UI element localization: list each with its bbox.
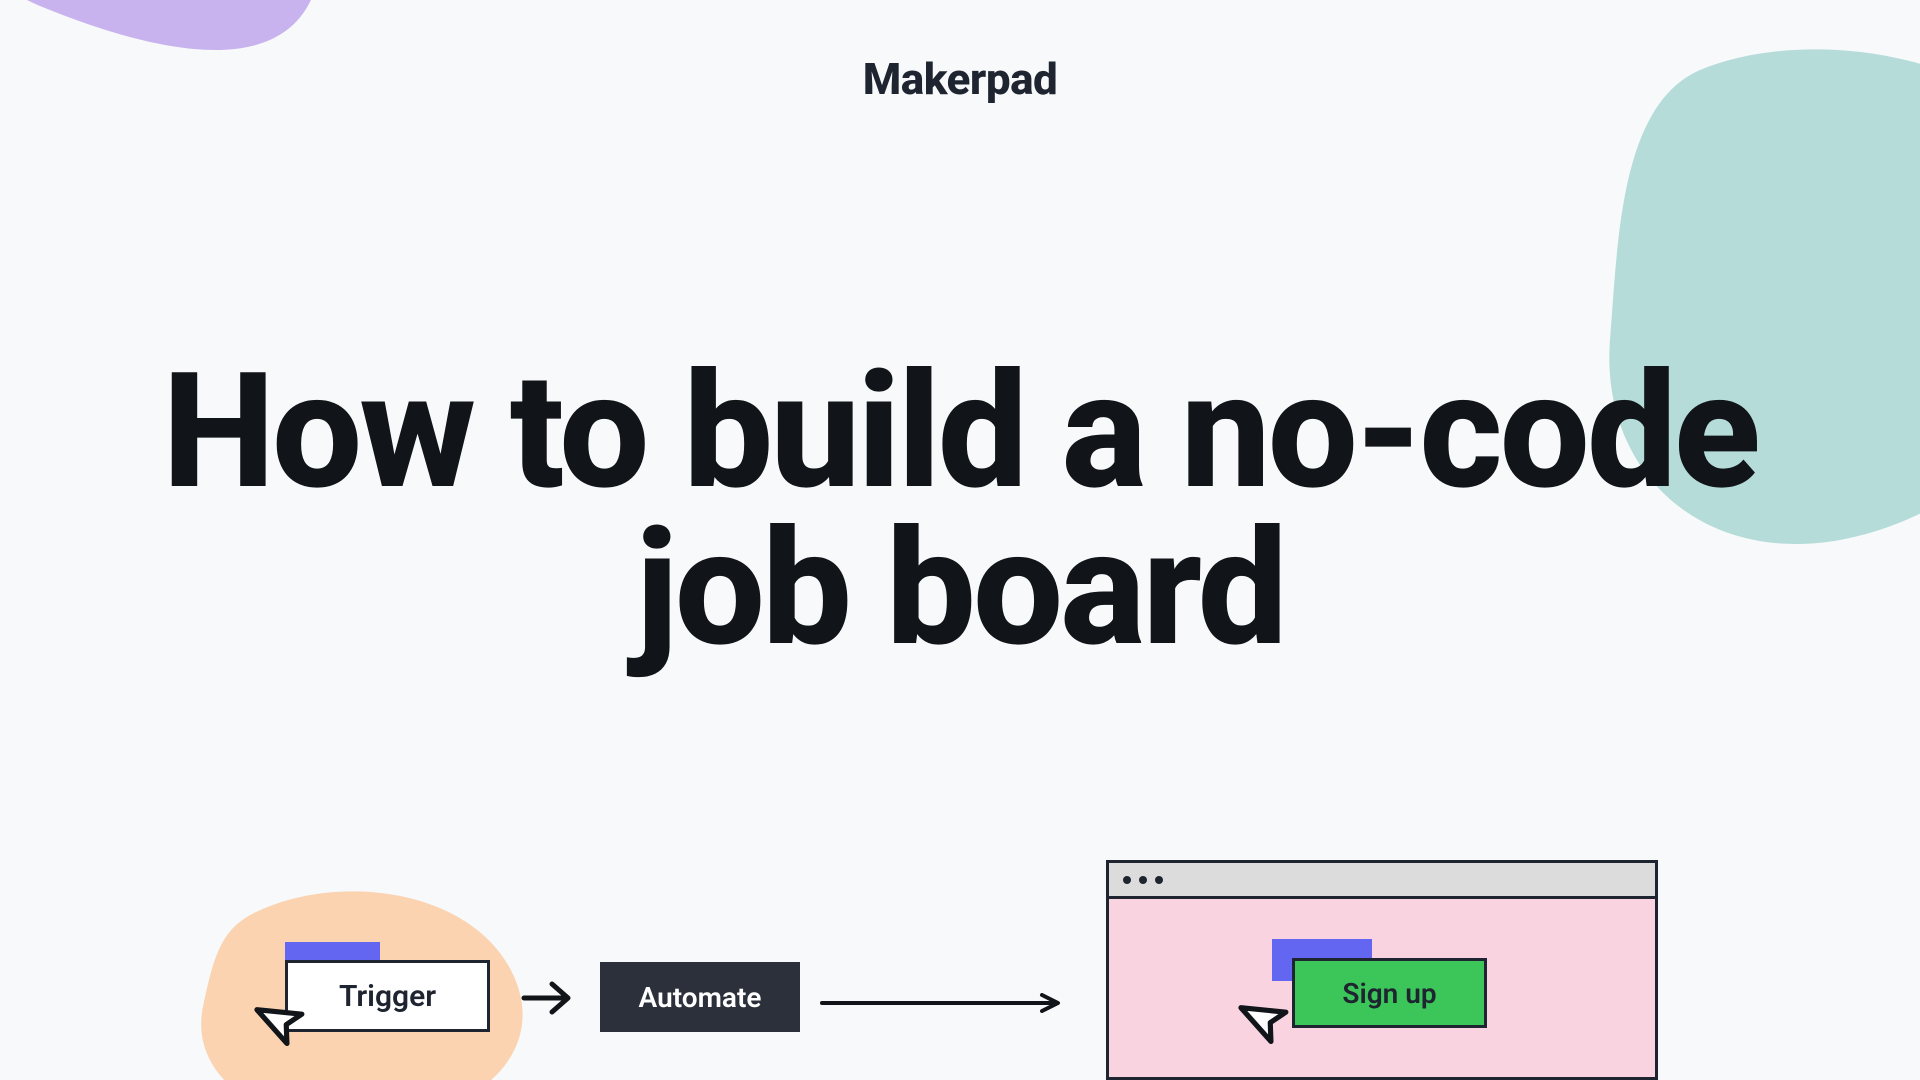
signup-button[interactable]: Sign up [1292, 958, 1487, 1028]
brand-wordmark: Makerpad [863, 53, 1058, 105]
cursor-icon [1236, 990, 1298, 1052]
trigger-node: Trigger [285, 960, 490, 1032]
window-dot-icon [1123, 876, 1131, 884]
cursor-icon [252, 992, 314, 1054]
signup-label: Sign up [1342, 977, 1436, 1010]
purple-blob [0, 0, 380, 240]
page-title: How to build a no-code job board [160, 355, 1760, 669]
window-dot-icon [1155, 876, 1163, 884]
automate-label: Automate [639, 981, 762, 1014]
arrow-long-right-icon [820, 993, 1070, 1013]
automate-node: Automate [600, 962, 800, 1032]
app-titlebar [1109, 863, 1655, 899]
arrow-right-icon [520, 975, 580, 1021]
window-dot-icon [1139, 876, 1147, 884]
trigger-label: Trigger [339, 979, 436, 1014]
